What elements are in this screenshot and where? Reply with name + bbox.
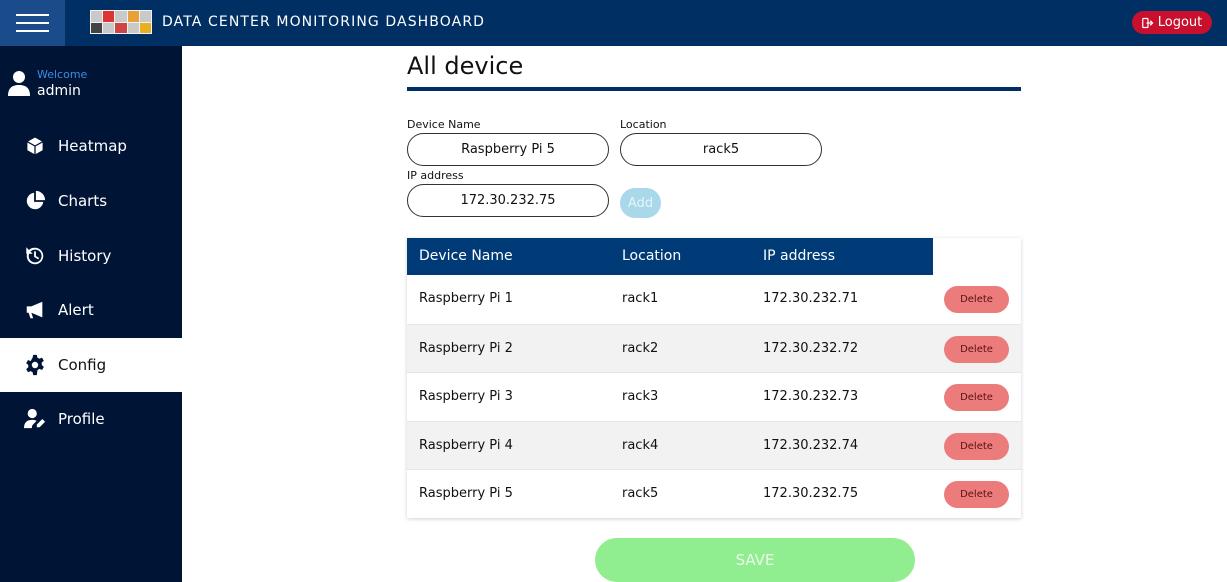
delete-button[interactable]: Delete [944,432,1009,460]
device-table: Device Name Location IP address Raspberr… [407,238,1021,518]
table-header: Device Name Location IP address [407,238,933,275]
cell-ip-address: 172.30.232.75 [763,486,859,502]
delete-button[interactable]: Delete [944,481,1009,509]
delete-button[interactable]: Delete [944,384,1009,412]
cell-location: rack4 [622,437,659,453]
cell-location: rack5 [622,486,659,502]
add-button[interactable]: Add [620,188,661,218]
ip-address-input[interactable] [407,184,609,217]
table-row: Raspberry Pi 1 rack1 172.30.232.71 Delet… [407,275,1021,324]
column-header-device-name: Device Name [419,248,513,264]
pie-chart-icon [23,189,47,213]
device-name-label: Device Name [407,118,481,131]
cell-location: rack3 [622,389,659,405]
cell-ip-address: 172.30.232.73 [763,389,859,405]
cell-device-name: Raspberry Pi 4 [419,437,513,453]
sidebar-item-profile[interactable]: Profile [0,392,182,446]
cell-location: rack1 [622,291,659,306]
user-edit-icon [23,407,47,431]
cell-ip-address: 172.30.232.72 [763,340,859,356]
sidebar-item-alert[interactable]: Alert [0,283,182,337]
save-button[interactable]: SAVE [595,538,915,582]
sidebar-item-label: Alert [58,301,94,319]
cube-icon [23,134,47,158]
device-name-input[interactable] [407,133,609,166]
sidebar-item-config[interactable]: Config [0,338,182,392]
location-input[interactable] [620,133,822,166]
app-title: DATA CENTER MONITORING DASHBOARD [162,14,486,30]
sidebar-item-label: Charts [58,192,108,210]
delete-button[interactable]: Delete [944,286,1009,313]
username: admin [37,83,81,99]
sidebar-item-label: History [58,247,112,265]
table-row: Raspberry Pi 4 rack4 172.30.232.74 Delet… [407,420,1021,470]
table-row: Raspberry Pi 2 rack2 172.30.232.72 Delet… [407,323,1021,373]
sign-out-icon [1141,17,1154,28]
sidebar-item-history[interactable]: History [0,229,182,283]
sidebar: Welcome admin Heatmap Charts History Ale… [0,46,182,582]
sidebar-item-label: Heatmap [58,137,127,155]
table-row: Raspberry Pi 5 rack5 172.30.232.75 Delet… [407,469,1021,518]
column-header-ip-address: IP address [763,248,836,264]
bullhorn-icon [23,298,47,322]
cell-device-name: Raspberry Pi 3 [419,389,513,405]
logout-label: Logout [1157,15,1203,30]
user-info: Welcome admin [8,68,178,108]
gear-icon [23,353,47,377]
user-icon [8,71,30,96]
page-title: All device [407,52,524,80]
table-row: Raspberry Pi 3 rack3 172.30.232.73 Delet… [407,372,1021,421]
ip-address-label: IP address [407,169,464,182]
sidebar-item-label: Profile [58,410,105,428]
cell-ip-address: 172.30.232.74 [763,437,859,453]
sidebar-item-heatmap[interactable]: Heatmap [0,119,182,173]
cell-device-name: Raspberry Pi 5 [419,486,513,502]
sidebar-item-charts[interactable]: Charts [0,174,182,228]
welcome-text: Welcome [37,68,88,81]
cell-device-name: Raspberry Pi 2 [419,340,513,356]
cell-ip-address: 172.30.232.71 [763,291,859,306]
column-header-location: Location [622,248,682,264]
sidebar-item-label: Config [58,356,107,374]
cell-device-name: Raspberry Pi 1 [419,291,513,306]
location-label: Location [620,118,667,131]
delete-button[interactable]: Delete [944,335,1009,363]
cell-location: rack2 [622,340,659,356]
hamburger-icon[interactable] [0,0,65,46]
logout-button[interactable]: Logout [1132,11,1212,34]
app-logo [90,10,152,34]
title-divider [407,87,1021,91]
top-bar: DATA CENTER MONITORING DASHBOARD Logout [0,0,1227,46]
history-icon [23,244,47,268]
